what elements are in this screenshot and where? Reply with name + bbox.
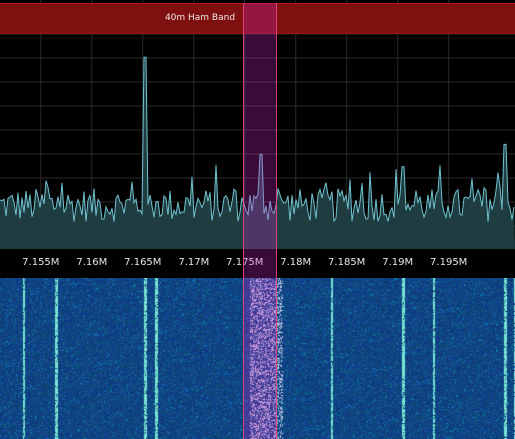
vfo-passband-marker[interactable]	[243, 3, 277, 439]
axis-tick-label: 7.165M	[124, 257, 162, 268]
band-label: 40m Ham Band	[164, 13, 236, 23]
axis-tick-label: 7.195M	[430, 257, 468, 268]
axis-tick-label: 7.18M	[280, 257, 312, 268]
axis-tick-label: 7.17M	[178, 257, 210, 268]
axis-tick-label: 7.16M	[76, 257, 108, 268]
axis-tick-label: 7.185M	[328, 257, 366, 268]
axis-tick-label: 7.155M	[22, 257, 60, 268]
axis-tick-label: 7.19M	[382, 257, 414, 268]
sdr-spectrum-view[interactable]: 40m Ham Band 7.155M 7.16M 7.165M 7.17M 7…	[0, 0, 515, 439]
